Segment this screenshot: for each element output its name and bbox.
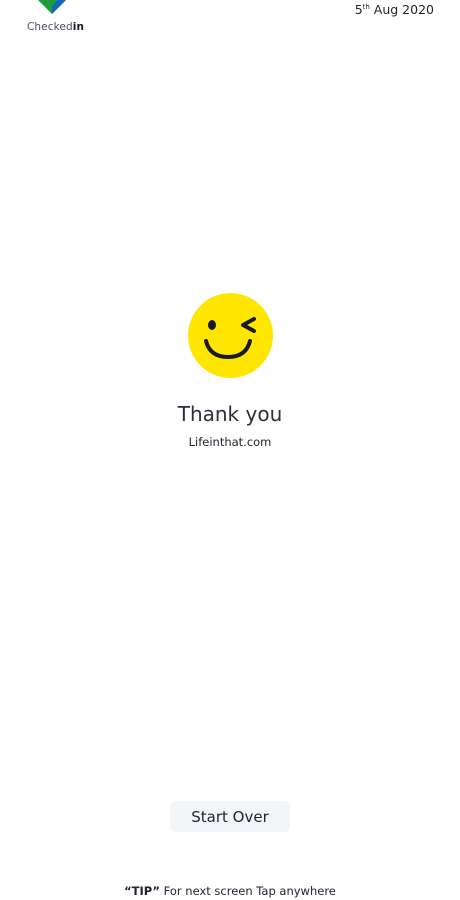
date-suffix: th <box>362 2 370 11</box>
tip-text: “TIP” For next screen Tap anywhere <box>0 884 460 898</box>
thank-you-screen[interactable]: Checkedin 5th Aug 2020 Thank you Lifeint… <box>0 0 460 900</box>
start-over-button[interactable]: Start Over <box>170 801 290 832</box>
brand-suffix: in <box>72 21 85 33</box>
date-day: 5 <box>354 2 363 17</box>
brand-name: Checkedin <box>27 21 84 33</box>
tip-message: For next screen Tap anywhere <box>160 884 336 898</box>
logo-diamond-icon <box>38 0 66 14</box>
tip-label: “TIP” <box>124 884 160 898</box>
winking-face-icon <box>188 293 273 378</box>
checkedin-logo: Checkedin <box>22 0 92 40</box>
brand-prefix: Checked <box>27 21 73 33</box>
thank-you-heading: Thank you <box>177 402 283 426</box>
current-date: 5th Aug 2020 <box>355 2 434 17</box>
website-label: Lifeinthat.com <box>188 435 272 449</box>
date-rest: Aug 2020 <box>369 2 434 17</box>
